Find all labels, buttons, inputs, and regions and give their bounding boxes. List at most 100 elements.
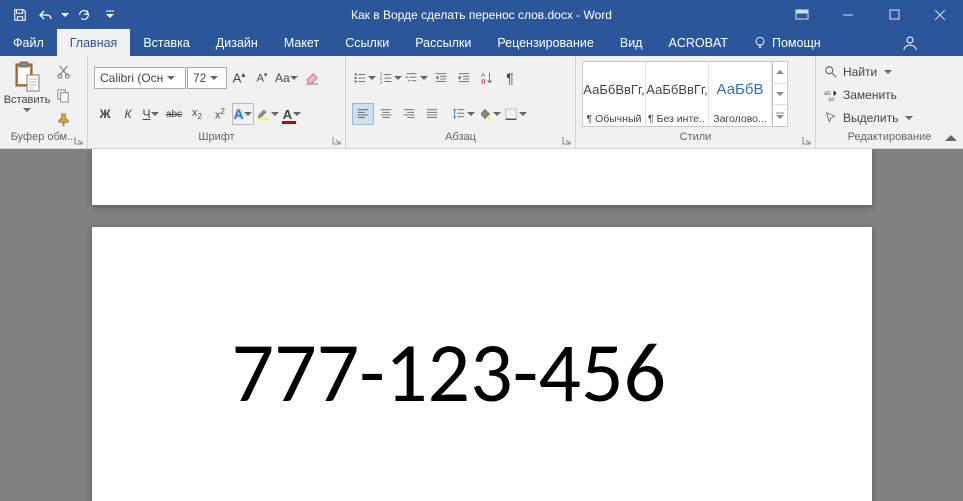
- select-button[interactable]: Выделить: [820, 107, 917, 129]
- undo-dropdown[interactable]: [60, 3, 70, 27]
- page[interactable]: 777-123-456: [92, 227, 872, 501]
- tab-home[interactable]: Главная: [57, 29, 131, 56]
- save-button[interactable]: [8, 3, 32, 27]
- tab-file[interactable]: Файл: [0, 29, 57, 56]
- group-paragraph: 123 AЯ ¶ Абзац: [346, 56, 576, 148]
- group-editing-label: Редактирование: [820, 131, 959, 148]
- svg-text:Я: Я: [481, 80, 485, 85]
- numbering-button[interactable]: 123: [378, 67, 403, 89]
- styles-scroll-up[interactable]: [773, 62, 787, 84]
- replace-button[interactable]: abac Заменить: [820, 84, 917, 106]
- font-launcher[interactable]: [330, 134, 342, 146]
- redo-button[interactable]: [72, 3, 96, 27]
- svg-text:3: 3: [380, 80, 383, 85]
- tab-mailings[interactable]: Рассылки: [402, 29, 484, 56]
- shading-button[interactable]: [477, 103, 502, 125]
- font-size-value: 72: [193, 71, 206, 85]
- style-no-spacing[interactable]: АаБбВвГг, ¶ Без инте...: [646, 62, 709, 126]
- styles-launcher[interactable]: [800, 134, 812, 146]
- style-heading1[interactable]: АаБбВ Заголово...: [709, 62, 772, 126]
- collapse-ribbon-button[interactable]: [945, 134, 957, 144]
- styles-gallery: АаБбВвГг, ¶ Обычный АаБбВвГг, ¶ Без инте…: [582, 61, 788, 127]
- font-family-value: Calibri (Осн: [100, 71, 163, 85]
- cut-button[interactable]: [52, 60, 74, 82]
- strikethrough-button[interactable]: abc: [163, 103, 185, 125]
- undo-button[interactable]: [34, 3, 58, 27]
- sort-button[interactable]: AЯ: [476, 67, 498, 89]
- styles-scroll-down[interactable]: [773, 84, 787, 106]
- replace-icon: abac: [824, 88, 838, 102]
- account-button[interactable]: [887, 29, 933, 56]
- qat-customize[interactable]: [98, 3, 122, 27]
- numbering-icon: 123: [379, 71, 393, 85]
- minimize-button[interactable]: [825, 0, 871, 29]
- tell-me[interactable]: Помощн: [741, 29, 833, 56]
- clear-formatting-button[interactable]: [301, 67, 323, 89]
- highlight-button[interactable]: [255, 103, 280, 125]
- close-button[interactable]: [917, 0, 963, 29]
- eraser-icon: [304, 70, 320, 86]
- find-button[interactable]: Найти: [820, 61, 917, 83]
- italic-button[interactable]: К: [117, 103, 139, 125]
- decrease-font-button[interactable]: A▾: [251, 67, 273, 89]
- font-family-select[interactable]: Calibri (Осн: [94, 67, 186, 89]
- align-center-button[interactable]: [375, 103, 397, 125]
- multilevel-icon: [405, 71, 419, 85]
- tab-review[interactable]: Рецензирование: [484, 29, 607, 56]
- styles-expand[interactable]: [773, 105, 787, 126]
- font-size-select[interactable]: 72: [187, 67, 227, 89]
- share-button[interactable]: [933, 29, 963, 56]
- cursor-icon: [824, 111, 838, 125]
- group-paragraph-label: Абзац: [350, 131, 571, 148]
- bullets-button[interactable]: [352, 67, 377, 89]
- paste-button[interactable]: Вставить: [4, 59, 50, 131]
- brush-icon: [56, 112, 71, 127]
- clipboard-launcher[interactable]: [72, 134, 84, 146]
- underline-button[interactable]: Ч: [140, 103, 162, 125]
- group-editing: Найти abac Заменить Выделить Редактирова…: [816, 56, 963, 148]
- tab-acrobat[interactable]: ACROBAT: [655, 29, 741, 56]
- line-spacing-button[interactable]: [451, 103, 476, 125]
- subscript-button[interactable]: x2: [186, 103, 208, 125]
- align-left-button[interactable]: [352, 103, 374, 125]
- paragraph-launcher[interactable]: [560, 134, 572, 146]
- tab-view[interactable]: Вид: [607, 29, 656, 56]
- tab-insert[interactable]: Вставка: [130, 29, 202, 56]
- maximize-button[interactable]: [871, 0, 917, 29]
- tab-references[interactable]: Ссылки: [332, 29, 402, 56]
- document-text[interactable]: 777-123-456: [232, 321, 872, 424]
- scissors-icon: [56, 64, 71, 79]
- justify-button[interactable]: [421, 103, 443, 125]
- align-right-button[interactable]: [398, 103, 420, 125]
- show-marks-button[interactable]: ¶: [499, 67, 521, 89]
- superscript-button[interactable]: x2: [209, 103, 231, 125]
- border-icon: [504, 107, 518, 121]
- increase-font-button[interactable]: A▴: [228, 67, 250, 89]
- bold-button[interactable]: Ж: [94, 103, 116, 125]
- tab-layout[interactable]: Макет: [271, 29, 332, 56]
- bullets-icon: [353, 71, 367, 85]
- chevron-down-icon: [23, 106, 31, 114]
- group-font: Calibri (Осн 72 A▴ A▾ Aa Ж: [88, 56, 346, 148]
- copy-button[interactable]: [52, 84, 74, 106]
- page-previous[interactable]: [92, 149, 872, 205]
- paste-label: Вставить: [4, 94, 51, 106]
- ribbon-display-button[interactable]: [779, 0, 825, 29]
- copy-icon: [56, 88, 71, 103]
- text-effects-button[interactable]: A: [232, 103, 254, 125]
- increase-indent-button[interactable]: [453, 67, 475, 89]
- highlighter-icon: [256, 107, 270, 121]
- group-styles: АаБбВвГг, ¶ Обычный АаБбВвГг, ¶ Без инте…: [576, 56, 816, 148]
- font-color-button[interactable]: A: [281, 103, 303, 125]
- lightbulb-icon: [753, 36, 767, 50]
- style-normal[interactable]: АаБбВвГг, ¶ Обычный: [583, 62, 646, 126]
- tab-design[interactable]: Дизайн: [203, 29, 271, 56]
- document-area[interactable]: 777-123-456: [0, 149, 963, 501]
- borders-button[interactable]: [503, 103, 528, 125]
- decrease-indent-button[interactable]: [430, 67, 452, 89]
- tell-me-label: Помощн: [772, 36, 821, 50]
- ribbon: Вставить Буфер обм...: [0, 56, 963, 149]
- format-painter-button[interactable]: [52, 108, 74, 130]
- multilevel-button[interactable]: [404, 67, 429, 89]
- change-case-button[interactable]: Aa: [274, 67, 300, 89]
